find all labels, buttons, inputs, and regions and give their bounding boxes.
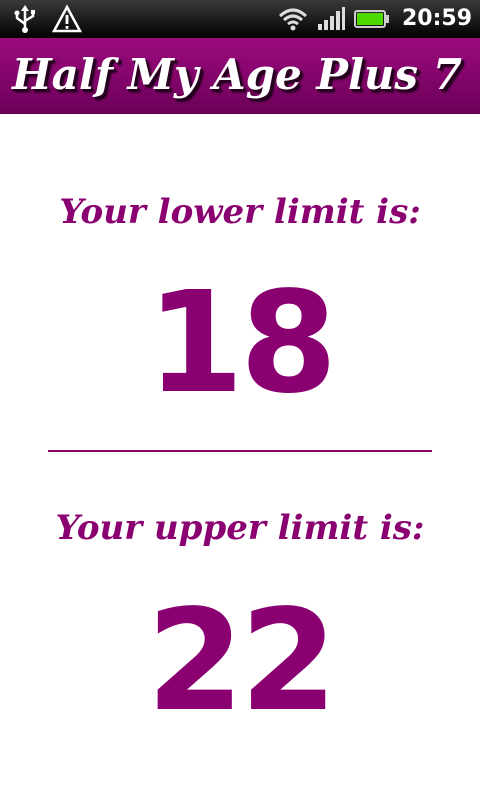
signal-icon bbox=[316, 4, 346, 34]
upper-limit-label: Your upper limit is: bbox=[55, 508, 425, 548]
divider bbox=[48, 450, 432, 452]
clock-time: 20:59 bbox=[401, 6, 472, 31]
upper-limit-value: 22 bbox=[146, 580, 338, 743]
lower-limit-value: 18 bbox=[146, 262, 338, 425]
notification-icons bbox=[10, 4, 82, 34]
system-icons: 20:59 bbox=[278, 4, 472, 34]
usb-icon[interactable] bbox=[10, 4, 40, 34]
warning-icon[interactable] bbox=[52, 4, 82, 34]
app-title-bar: Half My Age Plus 7 bbox=[0, 38, 480, 114]
battery-icon bbox=[353, 4, 390, 34]
results-panel: Your lower limit is: 18 Your upper limit… bbox=[0, 114, 480, 800]
lower-limit-label: Your lower limit is: bbox=[59, 192, 421, 232]
status-bar: 20:59 bbox=[0, 0, 480, 38]
wifi-icon bbox=[278, 4, 308, 34]
app-title: Half My Age Plus 7 bbox=[12, 50, 462, 99]
